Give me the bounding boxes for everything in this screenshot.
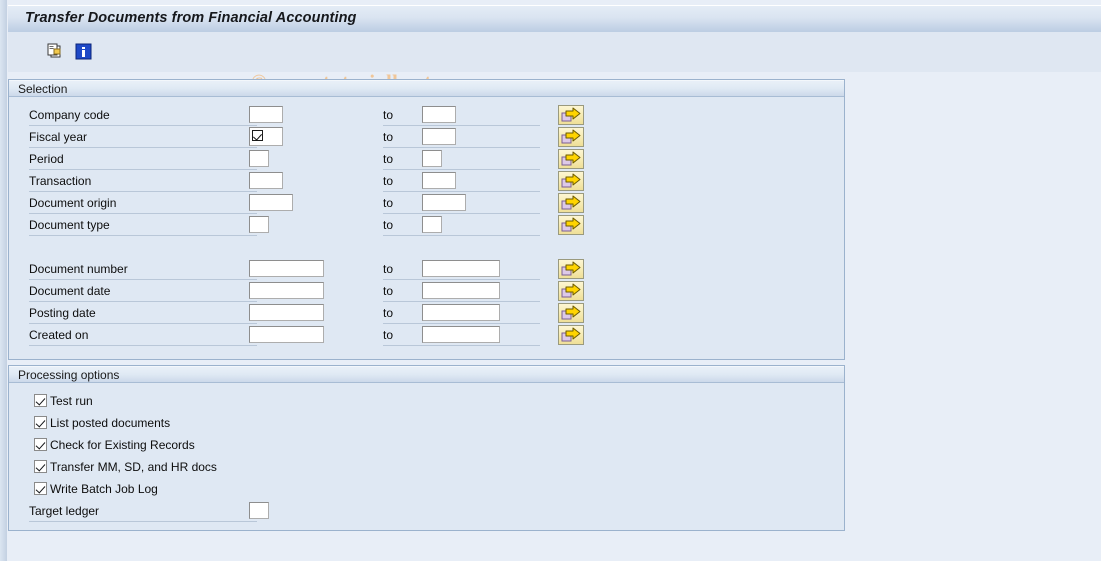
information-icon[interactable] [75,43,95,61]
row-label: Fiscal year [29,130,88,144]
checkbox[interactable] [34,416,47,429]
multiple-selection-arrow-button[interactable] [558,127,584,147]
to-input[interactable] [422,216,442,233]
checkbox-label: Check for Existing Records [50,438,195,452]
row-separator [383,345,540,346]
selection-row: Document date to [9,280,844,302]
to-label: to [383,108,394,122]
processing-options-panel: Processing options Test run List posted d… [8,365,845,531]
row-label: Transaction [29,174,92,188]
selection-row: Document origin to [9,192,844,214]
row-label: Period [29,152,64,166]
processing-option-row[interactable]: Check for Existing Records [9,434,844,456]
to-label: to [383,284,394,298]
checkbox[interactable] [34,438,47,451]
to-label: to [383,174,394,188]
toolbar: © www.tutorialkart.com [8,32,1101,94]
to-label: to [383,262,394,276]
to-input[interactable] [422,194,466,211]
selection-option-check-icon[interactable] [252,130,263,141]
to-label: to [383,196,394,210]
target-ledger-label: Target ledger [29,504,100,518]
checkbox-label: Write Batch Job Log [50,482,158,496]
to-label: to [383,152,394,166]
selection-row: Transaction to [9,170,844,192]
selection-panel-title: Selection [18,82,68,96]
target-ledger-input[interactable] [249,502,269,519]
row-separator [29,235,257,236]
selection-row: Document type to [9,214,844,236]
row-label: Document date [29,284,111,298]
row-label: Posting date [29,306,96,320]
multiple-selection-arrow-button[interactable] [558,193,584,213]
to-input[interactable] [422,282,500,299]
multiple-selection-arrow-button[interactable] [558,215,584,235]
row-label: Document type [29,218,110,232]
checkbox-label: List posted documents [50,416,171,430]
to-label: to [383,328,394,342]
row-separator [29,521,257,522]
to-input[interactable] [422,150,442,167]
row-separator [29,345,257,346]
from-input[interactable] [249,260,324,277]
from-input[interactable] [249,106,283,123]
to-input[interactable] [422,172,456,189]
processing-option-row[interactable]: Write Batch Job Log [9,478,844,500]
selection-panel-header: Selection [9,80,844,97]
multiple-selection-arrow-button[interactable] [558,105,584,125]
left-accent-strip [0,0,7,561]
multiple-selection-arrow-button[interactable] [558,149,584,169]
multiple-selection-arrow-button[interactable] [558,281,584,301]
to-input[interactable] [422,106,456,123]
multiple-selection-arrow-button[interactable] [558,303,584,323]
selection-row: Document number to [9,258,844,280]
selection-row: Posting date to [9,302,844,324]
row-label: Document origin [29,196,117,210]
selection-row: Company code to [9,104,844,126]
selection-row: Period to [9,148,844,170]
checkbox[interactable] [34,482,47,495]
processing-option-row[interactable]: List posted documents [9,412,844,434]
target-ledger-row: Target ledger [9,500,844,522]
to-input[interactable] [422,260,500,277]
from-input[interactable] [249,172,283,189]
to-label: to [383,130,394,144]
checkbox-label: Transfer MM, SD, and HR docs [50,460,217,474]
selection-row: Fiscal year to [9,126,844,148]
from-input[interactable] [249,282,324,299]
multiple-selection-arrow-button[interactable] [558,325,584,345]
processing-option-row[interactable]: Test run [9,390,844,412]
selection-row: Created on to [9,324,844,346]
selection-panel: Selection Company code to Fiscal year to Per… [8,79,845,360]
to-input[interactable] [422,326,500,343]
page-title: Transfer Documents from Financial Accoun… [25,10,357,26]
row-label: Company code [29,108,110,122]
multiple-selection-arrow-button[interactable] [558,171,584,191]
processing-options-header: Processing options [9,366,844,383]
row-label: Document number [29,262,128,276]
checkbox[interactable] [34,460,47,473]
to-input[interactable] [422,304,500,321]
to-label: to [383,306,394,320]
to-label: to [383,218,394,232]
checkbox[interactable] [34,394,47,407]
from-input[interactable] [249,304,324,321]
window-title-bar: Transfer Documents from Financial Accoun… [8,5,1101,32]
from-input[interactable] [249,326,324,343]
copy-selection-icon[interactable] [46,43,66,61]
row-separator [383,235,540,236]
checkbox-label: Test run [50,394,93,408]
processing-option-row[interactable]: Transfer MM, SD, and HR docs [9,456,844,478]
to-input[interactable] [422,128,456,145]
multiple-selection-arrow-button[interactable] [558,259,584,279]
from-input[interactable] [249,194,293,211]
from-input[interactable] [249,150,269,167]
processing-options-title: Processing options [18,368,120,382]
row-label: Created on [29,328,89,342]
from-input[interactable] [249,216,269,233]
